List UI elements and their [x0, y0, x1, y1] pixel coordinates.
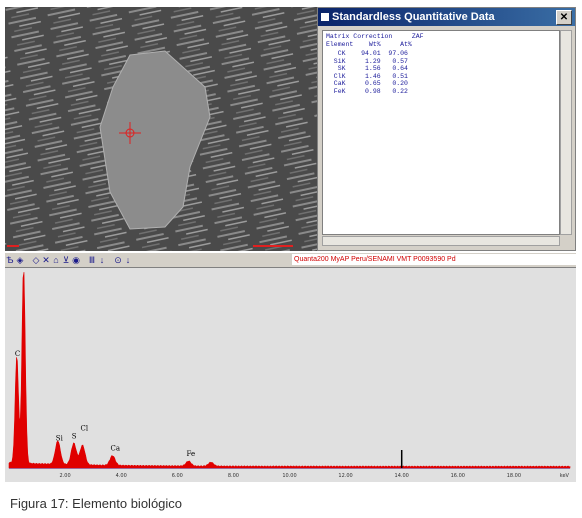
toolbar-icon-2[interactable]: ◇ [31, 253, 41, 267]
vertical-scrollbar[interactable] [560, 30, 572, 235]
eds-spectrum-chart: C Si S Cl Ca Fe 2.00 4.00 6.00 8.00 10.00 12.00 14.0… [5, 268, 576, 482]
window-titlebar[interactable]: Standardless Quantitative Data ✕ [318, 8, 575, 26]
sem-image [5, 7, 317, 251]
element-at: 0.57 [380, 57, 408, 65]
element-row: FeK 0.98 0.22 [326, 88, 556, 96]
window-icon [321, 13, 329, 21]
x-tick-label: 6.00 [172, 473, 183, 479]
quant-data-window: Standardless Quantitative Data ✕ Matrix … [317, 7, 576, 251]
element-symbol: CaK [326, 80, 346, 87]
element-symbol: SK [326, 65, 346, 72]
x-tick-label: 2.00 [60, 473, 71, 479]
x-tick-label: 16.00 [451, 473, 465, 479]
x-tick-label: 14.00 [395, 473, 409, 479]
element-wt: 1.56 [345, 65, 381, 72]
element-at: 0.64 [380, 65, 408, 72]
element-row: CaK 0.65 0.20 [326, 80, 556, 88]
x-tick-label: 4.00 [116, 473, 127, 479]
figure-caption: Figura 17: Elemento biológico [10, 496, 182, 511]
element-symbol: CK [326, 50, 346, 57]
toolbar-icon-10[interactable]: ↓ [123, 253, 133, 267]
close-button[interactable]: ✕ [556, 10, 572, 25]
peak-label: Si [56, 434, 64, 442]
peak-label: C [15, 350, 20, 358]
toolbar-icon-8[interactable]: ↓ [97, 253, 107, 267]
spectrum-series [8, 272, 571, 469]
x-tick-label: keV [560, 473, 570, 479]
peak-label: Ca [111, 444, 121, 452]
toolbar-icon-1[interactable]: ◈ [15, 253, 25, 267]
element-row: SiK 1.29 0.57 [326, 58, 556, 66]
column-header-line: Element Wt% At% [326, 40, 412, 48]
x-tick-label: 18.00 [507, 473, 521, 479]
element-wt: 0.65 [345, 80, 381, 87]
element-symbol: FeK [326, 87, 346, 95]
element-wt: 1.46 [345, 72, 381, 80]
element-at: 97.06 [380, 50, 408, 57]
sem-label-mark [7, 245, 19, 247]
spectrum-toolbar: Ѣ ◈ ◇ ✕ ⌂ ⊻ ◉ Ⅲ ↓ ⊙ ↓ Quanta200 MyAP Peru/SENAMI V… [5, 253, 576, 268]
peak-label: S [72, 433, 77, 441]
sample-path-label: Quanta200 MyAP Peru/SENAMI VMT P0093590 … [292, 254, 576, 265]
x-tick-label: 12.00 [338, 473, 352, 479]
x-tick-label: 8.00 [228, 473, 239, 479]
window-title: Standardless Quantitative Data [332, 11, 495, 23]
x-tick-label: 10.00 [282, 473, 296, 479]
horizontal-scrollbar[interactable] [322, 236, 560, 246]
element-row: SK 1.56 0.64 [326, 65, 556, 73]
element-row: ClK 1.46 0.51 [326, 73, 556, 81]
peak-label: Cl [80, 425, 88, 433]
element-wt: 0.98 [345, 87, 381, 95]
toolbar-icon-7[interactable]: Ⅲ [87, 253, 97, 267]
element-symbol: SiK [326, 57, 346, 65]
peak-label: Fe [187, 450, 196, 458]
element-at: 0.22 [380, 87, 408, 95]
matrix-correction-line: Matrix Correction ZAF [326, 33, 424, 40]
caption-text: Elemento biológico [72, 496, 183, 511]
element-wt: 1.29 [345, 57, 381, 65]
sem-micrograph [5, 7, 317, 251]
toolbar-icon-4[interactable]: ⌂ [51, 253, 61, 267]
spectrum-plot: C Si SCl Ca Fe 2.00 4.00 6.00 8.00 10.00 12.00 14.0… [8, 272, 571, 479]
results-text-area[interactable]: Matrix Correction ZAF Element Wt% At% CK… [322, 30, 560, 235]
caption-label: Figura 17: [10, 496, 69, 511]
scale-bar [253, 245, 293, 247]
element-at: 0.20 [380, 80, 408, 87]
toolbar-icon-0[interactable]: Ѣ [5, 253, 15, 267]
toolbar-icon-3[interactable]: ✕ [41, 253, 51, 267]
toolbar-icon-5[interactable]: ⊻ [61, 253, 71, 267]
element-at: 0.51 [380, 72, 408, 80]
toolbar-icon-9[interactable]: ⊙ [113, 253, 123, 267]
element-symbol: ClK [326, 72, 346, 80]
element-row: CK 94.01 97.06 [326, 50, 556, 58]
toolbar-icon-6[interactable]: ◉ [71, 253, 81, 267]
element-wt: 94.01 [345, 50, 381, 57]
